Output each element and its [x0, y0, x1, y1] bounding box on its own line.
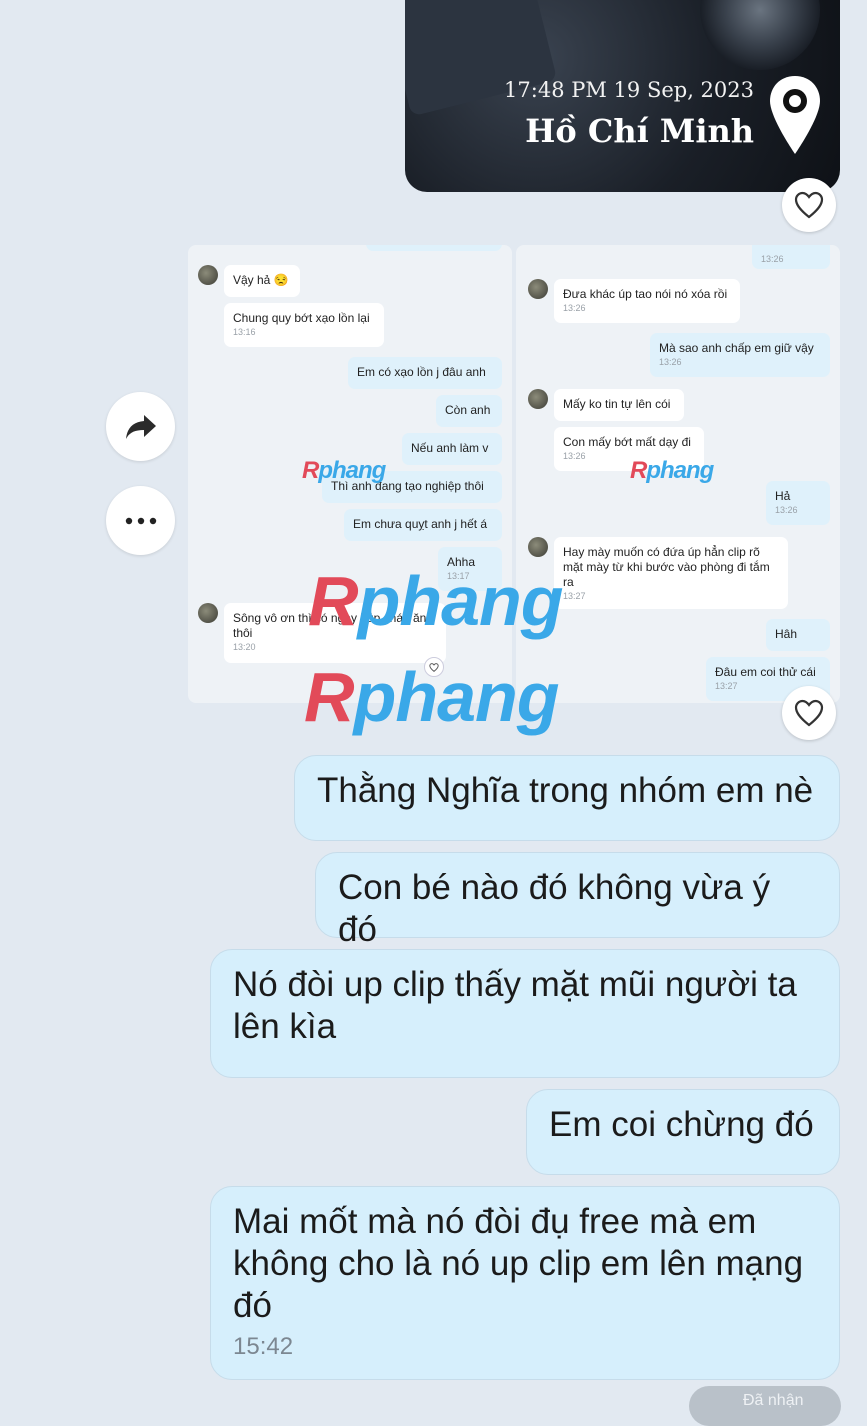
watermark-letter: R	[302, 457, 319, 484]
watermark-letters: phang	[318, 457, 386, 484]
photo-location: Hồ Chí Minh	[525, 112, 754, 150]
screenshot-message: Nếu anh làm v	[402, 433, 502, 465]
watermark-letter: R	[304, 658, 355, 736]
watermark: Rphang	[302, 457, 386, 485]
screenshot-message: 13:26	[752, 245, 830, 269]
message-time: 15:42	[233, 1333, 294, 1360]
screenshot-message: Hả 13:26	[766, 481, 830, 525]
forward-icon	[125, 414, 156, 439]
screenshot-message: Chung quy bớt xạo lồn lại 13:16	[224, 303, 384, 347]
watermark-letters: phang	[353, 658, 560, 736]
more-button[interactable]	[106, 486, 175, 555]
screenshot-message: Hay mày muốn có đứa úp hẳn clip rõ mặt m…	[554, 537, 788, 609]
watermark: Rphang	[308, 561, 564, 641]
watermark-letters: phang	[646, 457, 714, 484]
avatar	[528, 389, 548, 409]
chat-screenshot-image[interactable]: Vậy hả 😒 Chung quy bớt xạo lồn lại 13:16 …	[188, 245, 840, 736]
heart-icon	[794, 191, 824, 219]
screenshot-message: Vậy hả 😒	[224, 265, 300, 297]
screenshot-message: Còn anh	[436, 395, 502, 427]
screenshot-message: Hâh	[766, 619, 830, 651]
screenshot-message: Đưa khác úp tao nói nó xóa rồi 13:26	[554, 279, 740, 323]
message-bubble[interactable]: Con bé nào đó không vừa ý đó	[315, 852, 840, 949]
message-text: Em coi chừng đó	[549, 1105, 814, 1144]
screenshot-message: Mấy ko tin tự lên cói	[554, 389, 684, 421]
avatar	[198, 265, 218, 285]
message-bubble[interactable]: Em coi chừng đó	[526, 1089, 840, 1175]
screenshot-message	[366, 245, 502, 251]
forward-button[interactable]	[106, 392, 175, 461]
heart-icon	[794, 699, 824, 727]
watermark: Rphang	[630, 457, 714, 485]
watermark: Rphang	[304, 657, 560, 737]
message-bubble[interactable]: Thằng Nghĩa trong nhóm em nè	[294, 755, 840, 841]
photo-timestamp: 17:48 PM 19 Sep, 2023	[504, 78, 754, 102]
message-text: Thằng Nghĩa trong nhóm em nè	[317, 771, 814, 810]
watermark-letter: R	[630, 457, 647, 484]
shared-photo[interactable]: 17:48 PM 19 Sep, 2023 Hồ Chí Minh	[405, 0, 840, 192]
watermark-letter: R	[308, 562, 359, 640]
watermark-letters: phang	[357, 562, 564, 640]
screenshot-message: Em có xạo lồn j đâu anh	[348, 357, 502, 389]
message-bubble[interactable]: Nó đòi up clip thấy mặt mũi người ta lên…	[210, 949, 840, 1078]
photo-shape	[700, 0, 820, 70]
message-bubble[interactable]: Mai mốt mà nó đòi đụ free mà em không ch…	[210, 1186, 840, 1380]
react-heart-button[interactable]	[782, 686, 836, 740]
avatar	[528, 279, 548, 299]
avatar	[528, 537, 548, 557]
message-text: Nó đòi up clip thấy mặt mũi người ta lên…	[233, 965, 797, 1046]
location-pin-icon	[770, 76, 820, 154]
more-icon	[125, 517, 156, 524]
message-text: Con bé nào đó không vừa ý đó	[338, 868, 771, 949]
react-heart-button[interactable]	[782, 178, 836, 232]
delivery-status: Đã nhận	[689, 1386, 841, 1426]
avatar	[198, 603, 218, 623]
message-text: Mai mốt mà nó đòi đụ free mà em không ch…	[233, 1202, 804, 1325]
screenshot-message: Em chưa quỵt anh j hết á	[344, 509, 502, 541]
screenshot-message: Mà sao anh chấp em giữ vậy 13:26	[650, 333, 830, 377]
